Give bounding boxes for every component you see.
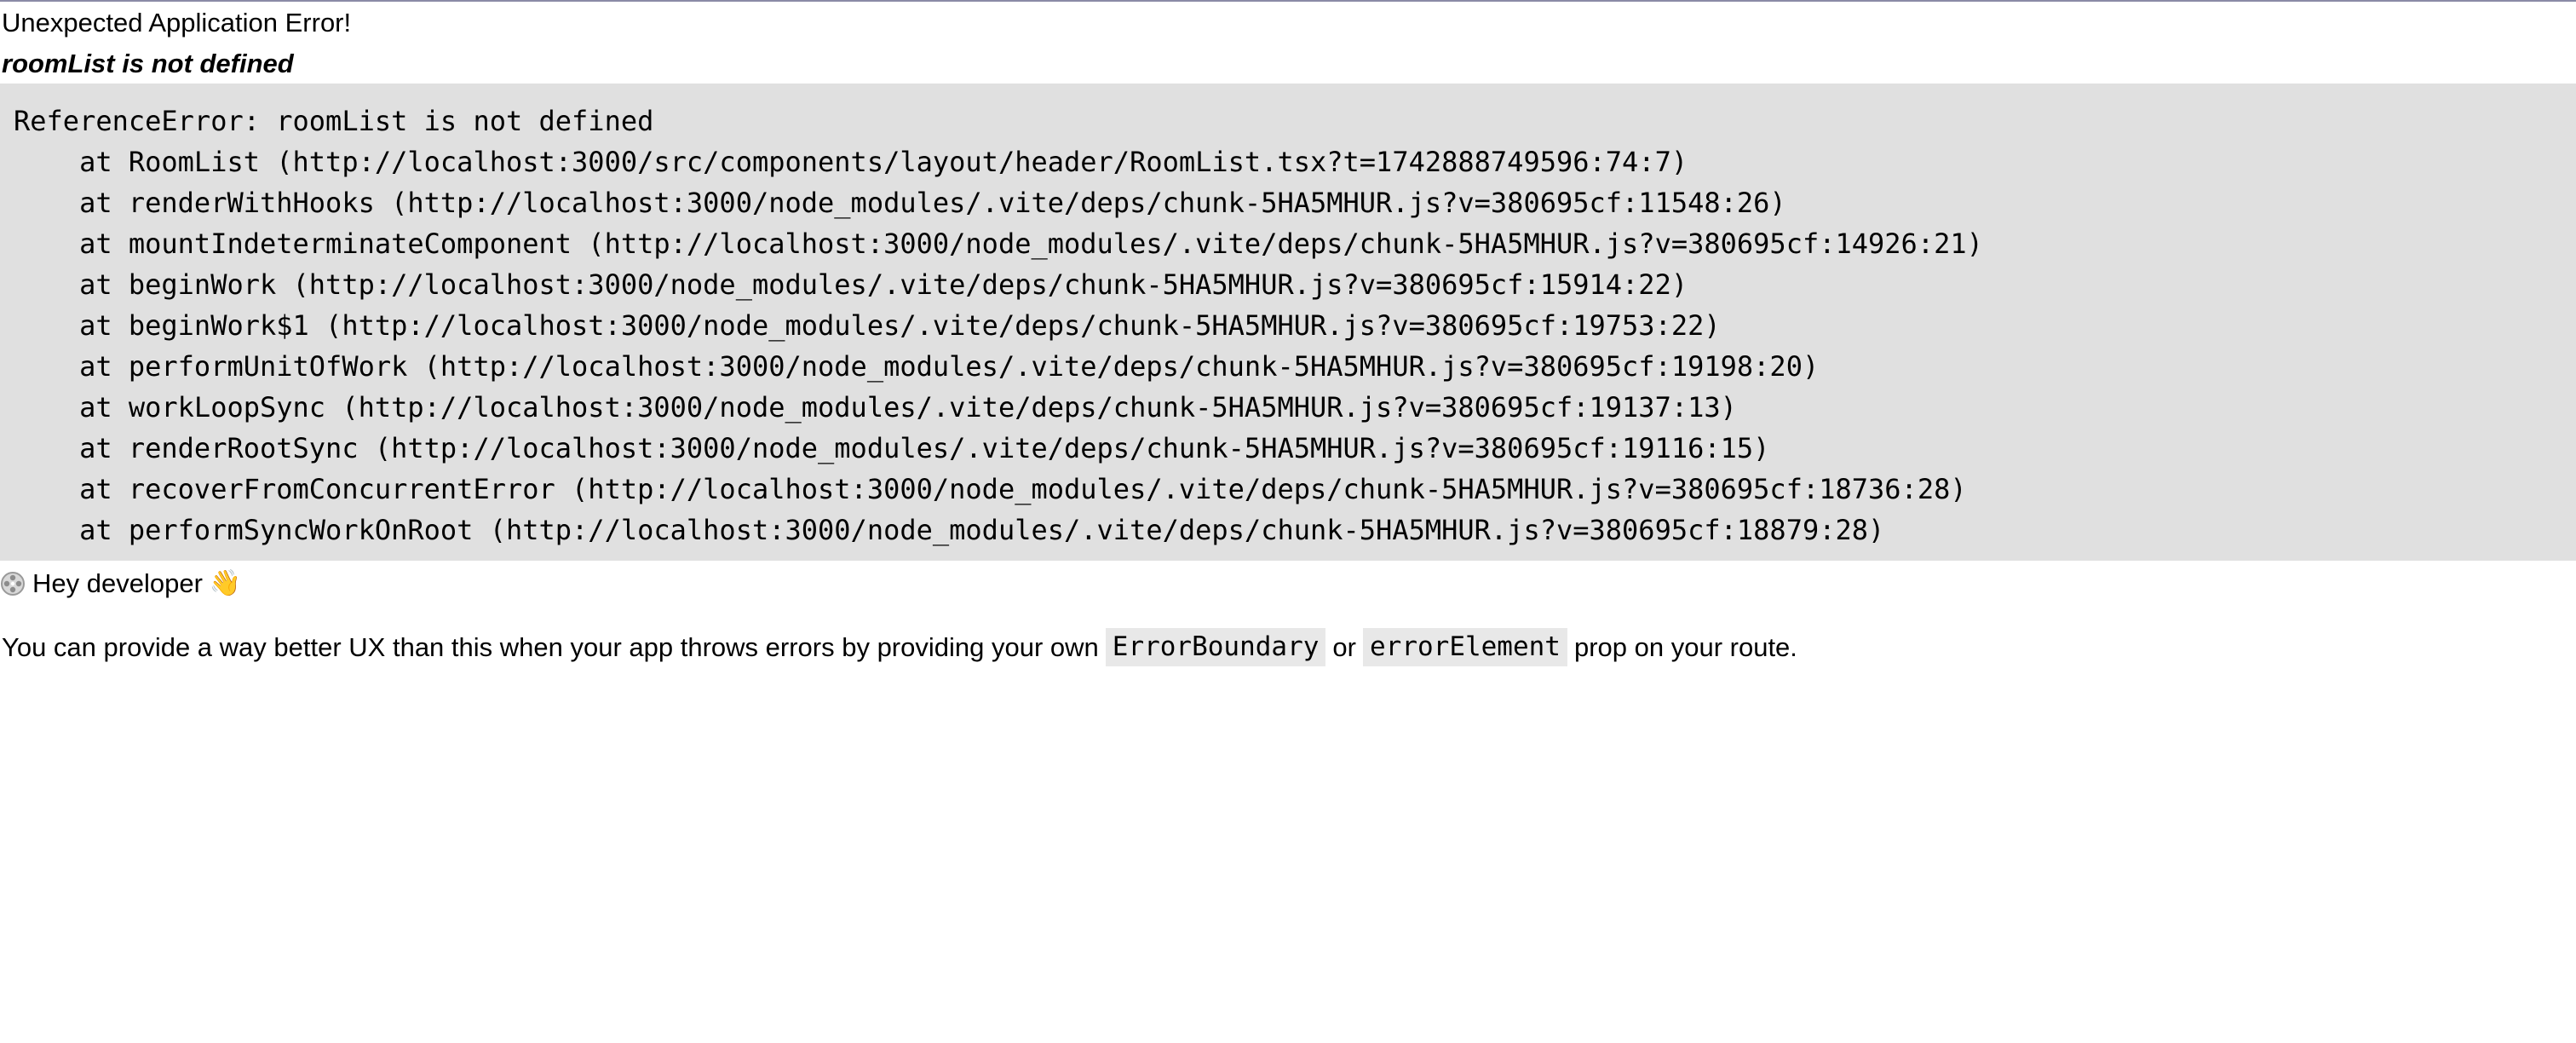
stack-line: at performSyncWorkOnRoot (http://localho…	[14, 514, 1885, 546]
code-error-element: errorElement	[1363, 628, 1567, 667]
stack-line: at recoverFromConcurrentError (http://lo…	[14, 473, 1967, 505]
error-title: Unexpected Application Error!	[2, 8, 352, 37]
hint-text-between: or	[1332, 632, 1356, 662]
disc-icon	[0, 571, 26, 596]
waving-hand-icon: 👋	[209, 568, 242, 597]
stack-line: at mountIndeterminateComponent (http://l…	[14, 228, 1983, 260]
stack-line: at beginWork (http://localhost:3000/node…	[14, 268, 1688, 301]
stack-line: at beginWork$1 (http://localhost:3000/no…	[14, 309, 1721, 342]
stack-line: at renderWithHooks (http://localhost:300…	[14, 187, 1786, 219]
stack-line: at RoomList (http://localhost:3000/src/c…	[14, 146, 1688, 178]
hint-paragraph: You can provide a way better UX than thi…	[2, 628, 1797, 667]
top-divider	[0, 0, 2576, 2]
hint-text-after: prop on your route.	[1573, 632, 1797, 662]
code-error-boundary: ErrorBoundary	[1105, 628, 1326, 667]
stack-line: ReferenceError: roomList is not defined	[14, 105, 654, 137]
hint-heading: Hey developer 👋	[0, 568, 241, 599]
stack-line: at workLoopSync (http://localhost:3000/n…	[14, 391, 1737, 424]
stack-line: at renderRootSync (http://localhost:3000…	[14, 432, 1770, 464]
stack-line: at performUnitOfWork (http://localhost:3…	[14, 350, 1820, 383]
error-message: roomList is not defined	[2, 49, 294, 78]
hint-text-before: You can provide a way better UX than thi…	[2, 632, 1099, 662]
hint-heading-text: Hey developer	[32, 568, 203, 598]
stack-trace: ReferenceError: roomList is not defined …	[0, 84, 2576, 561]
